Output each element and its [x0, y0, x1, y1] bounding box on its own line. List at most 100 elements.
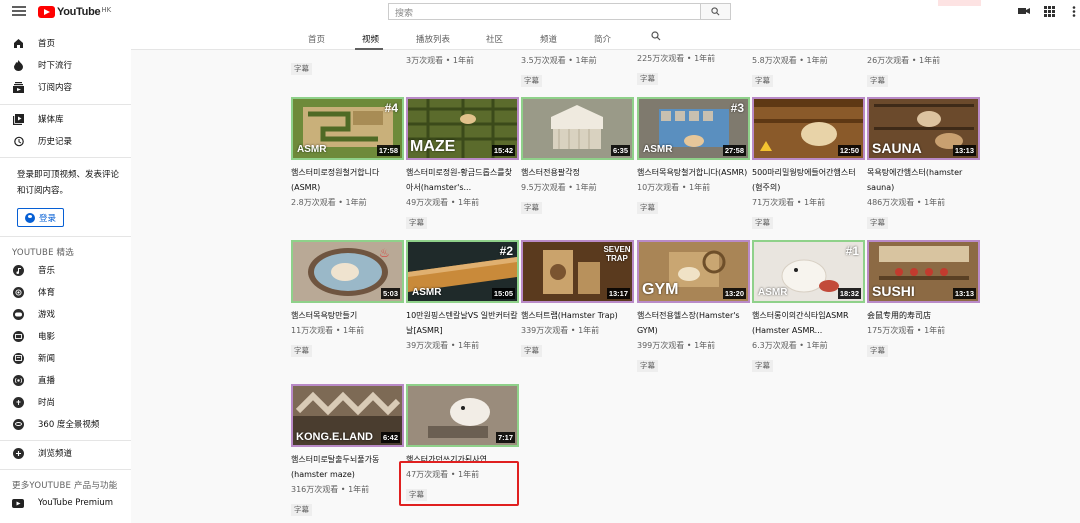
video-card[interactable]: ♨ 5:03 햄스터목욕탕만들기 11万次观看 • 1年前 字幕 — [291, 240, 404, 357]
signin-button[interactable]: 登录 — [17, 208, 64, 227]
video-title[interactable]: 햄스터전용팔각정 — [521, 165, 633, 180]
sidebar-item-label: 时尚 — [38, 398, 56, 408]
search-button[interactable] — [701, 3, 731, 20]
sidebar-item-browse-channels[interactable]: 浏览频道 — [0, 443, 131, 463]
sidebar-item-home[interactable]: 首页 — [0, 33, 131, 53]
video-card[interactable]: SUSHI 13:13 会鼠专用的寿司店 175万次观看 • 1年前 字幕 — [867, 240, 980, 357]
sidebar-divider — [0, 236, 131, 237]
tab-videos[interactable]: 视频 — [362, 33, 379, 45]
video-thumbnail[interactable]: GYM 13:20 — [637, 240, 750, 303]
video-card[interactable]: KONG.E.LAND 6:42 햄스터미로탈출두뇌풀가동(hamster ma… — [291, 384, 404, 516]
video-card[interactable]: ASMR #3 27:58 햄스터목욕탕철거합니다(ASMR) 10万次观看 •… — [637, 97, 750, 214]
video-thumbnail[interactable]: 12:50 — [752, 97, 865, 160]
sidebar-item-360-video[interactable]: 360 度全景视频 — [0, 414, 131, 434]
video-card-partial[interactable]: 225万次观看 • 1年前 字幕 — [637, 51, 750, 85]
movies-icon — [12, 330, 24, 342]
video-card-partial[interactable]: 3.5万次观看 • 1年前 字幕 — [521, 53, 634, 87]
tab-community[interactable]: 社区 — [486, 33, 503, 45]
video-meta: 3.5万次观看 • 1年前 — [521, 56, 597, 65]
video-title[interactable]: 햄스터롱이의간식타임ASMR (Hamster ASMR... — [752, 308, 864, 338]
video-meta: 486万次观看 • 1年前 — [867, 198, 946, 207]
cc-badge: 字幕 — [867, 217, 888, 229]
masthead: YouTube HK 搜索 — [0, 0, 1080, 24]
cc-badge: 字幕 — [291, 345, 312, 357]
video-card[interactable]: SEVEN TRAP 13:17 햄스터트랩(Hamster Trap) 339… — [521, 240, 634, 357]
video-title[interactable]: 햄스터트랩(Hamster Trap) — [521, 308, 633, 323]
youtube-premium-icon — [12, 497, 24, 509]
sidebar-divider — [0, 157, 131, 158]
video-title[interactable]: 햄스터미로정원철거합니다(ASMR) — [291, 165, 403, 195]
video-card-partial[interactable]: 字幕 — [291, 56, 404, 75]
video-title[interactable]: 햄스터목욕탕철거합니다(ASMR) — [637, 165, 749, 180]
duration-badge: 15:05 — [491, 288, 515, 299]
thumbnail-number-badge: #2 — [499, 244, 513, 258]
tab-home[interactable]: 首页 — [308, 33, 325, 45]
video-thumbnail[interactable]: SUSHI 13:13 — [867, 240, 980, 303]
video-thumbnail[interactable]: KONG.E.LAND 6:42 — [291, 384, 404, 447]
sidebar-item-youtube-premium[interactable]: YouTube Premium — [0, 493, 131, 513]
sidebar-item-trending[interactable]: 时下流行 — [0, 55, 131, 75]
video-card[interactable]: ASMR #1 18:32 햄스터롱이의간식타임ASMR (Hamster AS… — [752, 240, 865, 372]
video-card-partial[interactable]: 26万次观看 • 1年前 字幕 — [867, 53, 980, 87]
video-title[interactable]: 会鼠专用的寿司店 — [867, 308, 979, 323]
video-title[interactable]: 10만원핑스텐칼날VS 일반커터칼날[ASMR] — [406, 308, 518, 338]
video-meta: 9.5万次观看 • 1年前 — [521, 183, 597, 192]
video-title[interactable]: 햄스터미로탈출두뇌풀가동(hamster maze) — [291, 452, 403, 482]
video-card[interactable]: ASMR #2 15:05 10만원핑스텐칼날VS 일반커터칼날[ASMR] 3… — [406, 240, 519, 353]
video-card[interactable]: 12:50 500마리밀웜탕에들어간햄스터(혐주의) 71万次观看 • 1年前 … — [752, 97, 865, 229]
sidebar-item-gaming[interactable]: 游戏 — [0, 304, 131, 324]
flame-icon — [12, 59, 24, 71]
video-thumbnail[interactable]: MAZE 15:42 — [406, 97, 519, 160]
video-card-partial[interactable]: 3万次观看 • 1年前 — [406, 53, 519, 68]
video-card[interactable]: MAZE 15:42 햄스터미로정원-황금드롭스를찾아서(hamster's..… — [406, 97, 519, 229]
sidebar-item-history[interactable]: 历史记录 — [0, 131, 131, 151]
video-thumbnail[interactable]: 6:35 — [521, 97, 634, 160]
cc-badge: 字幕 — [637, 202, 658, 214]
duration-badge: 7:17 — [495, 432, 515, 443]
video-thumbnail[interactable]: 7:17 — [406, 384, 519, 447]
apps-grid-icon[interactable] — [1044, 6, 1055, 17]
youtube-logo[interactable]: YouTube HK — [38, 5, 111, 19]
tab-channels[interactable]: 频道 — [540, 33, 557, 45]
sidebar-item-music[interactable]: 音乐 — [0, 260, 131, 280]
video-card[interactable]: SAUNA 13:13 목욕탕에간햄스터(hamster sauna) 486万… — [867, 97, 980, 229]
video-meta: 71万次观看 • 1年前 — [752, 198, 826, 207]
video-thumbnail[interactable]: ASMR #3 27:58 — [637, 97, 750, 160]
sidebar-item-subscriptions[interactable]: 订阅内容 — [0, 77, 131, 97]
menu-icon[interactable] — [12, 6, 26, 17]
video-title[interactable]: 햄스터미로정원-황금드롭스를찾아서(hamster's... — [406, 165, 518, 195]
video-card[interactable]: GYM 13:20 햄스터전용헬스장(Hamster's GYM) 399万次观… — [637, 240, 750, 372]
sidebar-item-sports[interactable]: 体育 — [0, 282, 131, 302]
tab-playlists[interactable]: 播放列表 — [416, 33, 450, 45]
thumbnail-overlay-text: KONG.E.LAND — [296, 431, 373, 443]
video-thumbnail[interactable]: SAUNA 13:13 — [867, 97, 980, 160]
music-icon — [12, 264, 24, 276]
search-icon[interactable] — [651, 31, 661, 41]
video-title[interactable]: 목욕탕에간햄스터(hamster sauna) — [867, 165, 979, 195]
video-thumbnail[interactable]: ASMR #4 17:58 — [291, 97, 404, 160]
sidebar-item-news[interactable]: 新闻 — [0, 348, 131, 368]
thumbnail-overlay-text: ASMR — [297, 144, 327, 155]
more-vert-icon[interactable] — [1072, 6, 1076, 17]
video-camera-icon[interactable] — [1018, 6, 1030, 16]
sidebar-item-fashion[interactable]: 时尚 — [0, 392, 131, 412]
sidebar-item-live[interactable]: 直播 — [0, 370, 131, 390]
subscriptions-icon — [12, 81, 24, 93]
video-thumbnail[interactable]: ASMR #2 15:05 — [406, 240, 519, 303]
duration-badge: 27:58 — [722, 145, 746, 156]
tab-about[interactable]: 简介 — [594, 33, 611, 45]
sidebar-item-movies[interactable]: 电影 — [0, 326, 131, 346]
sidebar-item-library[interactable]: 媒体库 — [0, 109, 131, 129]
video-thumbnail[interactable]: SEVEN TRAP 13:17 — [521, 240, 634, 303]
video-card[interactable]: 6:35 햄스터전용팔각정 9.5万次观看 • 1年前 字幕 — [521, 97, 634, 214]
search-input[interactable]: 搜索 — [388, 3, 701, 20]
video-thumbnail[interactable]: ♨ 5:03 — [291, 240, 404, 303]
video-title[interactable]: 햄스터전용헬스장(Hamster's GYM) — [637, 308, 749, 338]
video-thumbnail[interactable]: ASMR #1 18:32 — [752, 240, 865, 303]
video-card[interactable]: ASMR #4 17:58 햄스터미로정원철거합니다(ASMR) 2.8万次观看… — [291, 97, 404, 210]
video-card-partial[interactable]: 5.8万次观看 • 1年前 字幕 — [752, 53, 865, 87]
video-title[interactable]: 500마리밀웜탕에들어간햄스터(혐주의) — [752, 165, 864, 195]
thumbnail-overlay-text: SAUNA — [872, 140, 922, 156]
home-icon — [12, 37, 24, 49]
video-title[interactable]: 햄스터목욕탕만들기 — [291, 308, 403, 323]
